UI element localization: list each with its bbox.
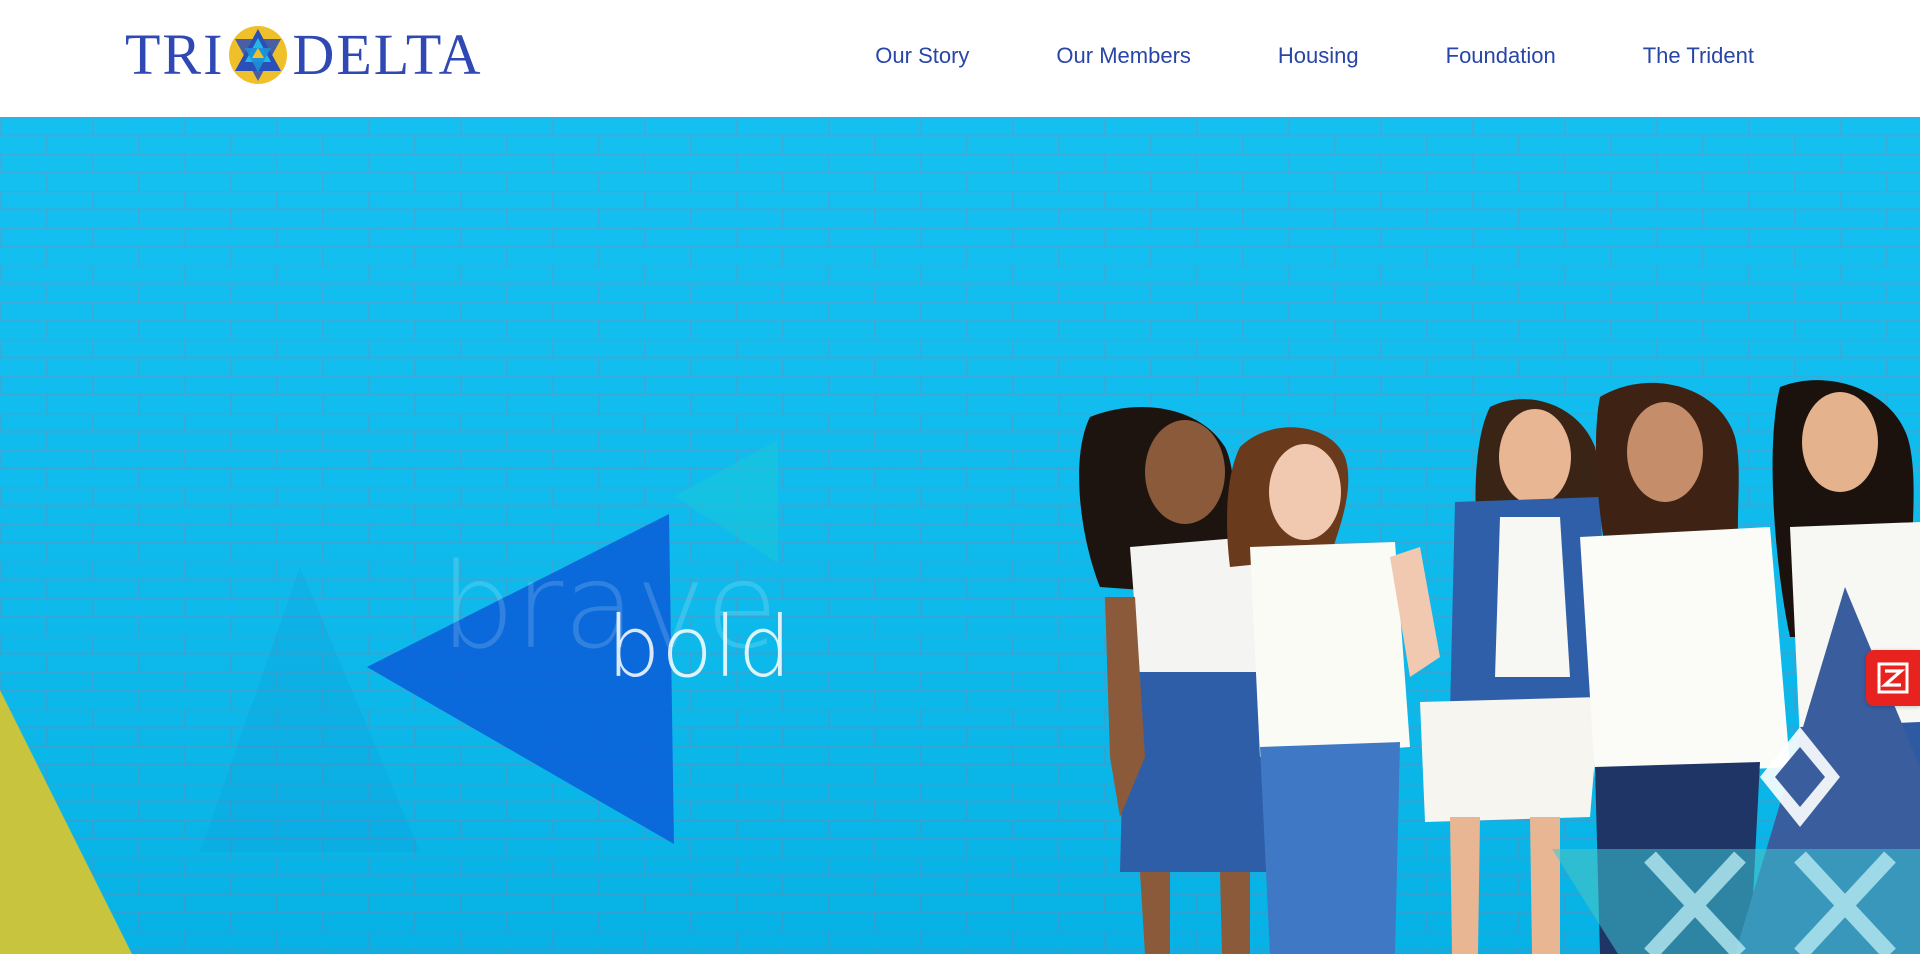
nav-our-story[interactable]: Our Story xyxy=(875,36,969,76)
nav-the-trident[interactable]: The Trident xyxy=(1643,36,1754,76)
person-2 xyxy=(1227,427,1440,954)
site-header: TRI DELTA Our Story Our Members Housing … xyxy=(0,0,1920,117)
main-navigation: Our Story Our Members Housing Foundation… xyxy=(875,36,1754,76)
nav-housing[interactable]: Housing xyxy=(1278,36,1359,76)
tri-delta-emblem-icon xyxy=(229,26,288,84)
nav-our-members[interactable]: Our Members xyxy=(1056,36,1190,76)
logo-text-left: TRI xyxy=(125,22,225,87)
zoominfo-icon xyxy=(1877,662,1909,694)
nav-foundation[interactable]: Foundation xyxy=(1446,36,1556,76)
hero-banner: brave bold xyxy=(0,117,1920,954)
logo-text-right: DELTA xyxy=(292,22,483,87)
tri-delta-logo[interactable]: TRI DELTA xyxy=(125,22,483,88)
zoominfo-widget-button[interactable] xyxy=(1866,650,1920,706)
group-photo-image xyxy=(1079,380,1920,954)
